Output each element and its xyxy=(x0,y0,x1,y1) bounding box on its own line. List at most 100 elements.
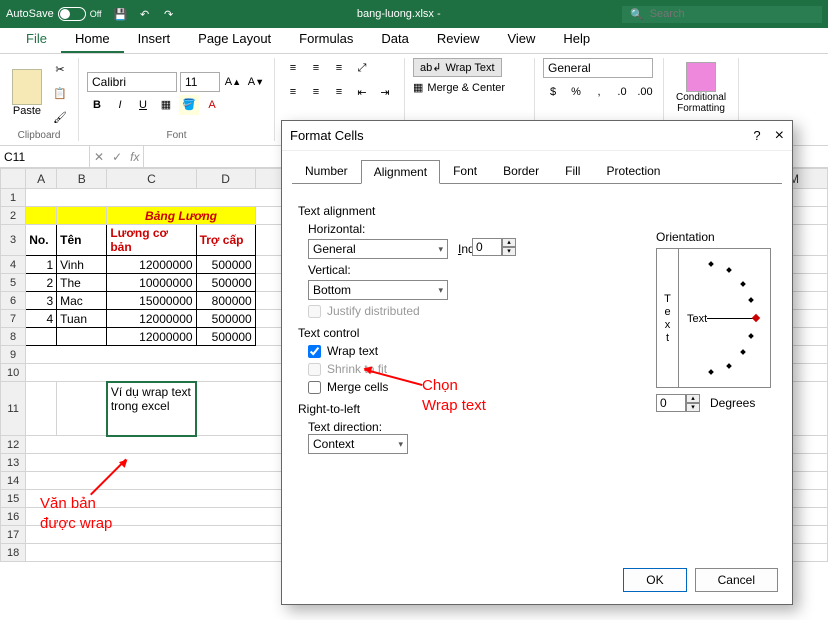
dlg-tab-font[interactable]: Font xyxy=(440,159,490,183)
row-header[interactable]: 13 xyxy=(1,454,26,472)
fx-icon[interactable]: fx xyxy=(130,150,139,164)
cancel-button[interactable]: Cancel xyxy=(695,568,778,592)
select-all-corner[interactable] xyxy=(1,169,26,189)
row-header[interactable]: 11 xyxy=(1,382,26,436)
name-box[interactable]: C11 xyxy=(0,146,90,167)
undo-icon[interactable]: ↶ xyxy=(138,7,152,21)
sheet-title[interactable]: Bảng Lương xyxy=(107,207,255,225)
degrees-spinner[interactable]: ▴▾ xyxy=(656,394,700,412)
ok-button[interactable]: OK xyxy=(623,568,686,592)
paste-button[interactable]: Paste xyxy=(8,65,46,121)
border-button[interactable]: ▦ xyxy=(156,95,176,115)
row-header[interactable]: 3 xyxy=(1,225,26,256)
row-header[interactable]: 1 xyxy=(1,189,26,207)
col-header-C[interactable]: C xyxy=(107,169,196,189)
dlg-tab-fill[interactable]: Fill xyxy=(552,159,593,183)
increase-indent-icon[interactable]: ⇥ xyxy=(375,82,395,102)
accept-formula-icon[interactable]: ✓ xyxy=(112,150,122,164)
number-format-select[interactable]: General xyxy=(543,58,653,78)
autosave-toggle[interactable] xyxy=(58,7,86,21)
wrap-text-checkbox[interactable] xyxy=(308,345,321,358)
save-icon[interactable]: 💾 xyxy=(114,7,128,21)
row-header[interactable]: 16 xyxy=(1,508,26,526)
cut-icon[interactable]: ✂ xyxy=(50,59,70,79)
tab-review[interactable]: Review xyxy=(423,26,494,53)
copy-icon[interactable]: 📋 xyxy=(50,83,70,103)
text-direction-label: Text direction: xyxy=(308,420,776,434)
orientation-vertical-text[interactable]: Text xyxy=(657,249,679,387)
cancel-formula-icon[interactable]: ✕ xyxy=(94,150,104,164)
conditional-formatting-button[interactable]: Conditional Formatting xyxy=(672,58,730,118)
selected-cell[interactable]: Ví dụ wrap text trong excel xyxy=(107,382,196,436)
font-color-button[interactable]: A xyxy=(202,95,222,115)
currency-icon[interactable]: $ xyxy=(543,82,563,102)
orientation-box[interactable]: Text Text xyxy=(656,248,771,388)
row-header[interactable]: 12 xyxy=(1,436,26,454)
dialog-help-icon[interactable]: ? xyxy=(753,128,760,143)
align-center-icon[interactable]: ≡ xyxy=(306,82,326,102)
comma-icon[interactable]: , xyxy=(589,82,609,102)
col-header-D[interactable]: D xyxy=(196,169,255,189)
row-header[interactable]: 7 xyxy=(1,310,26,328)
autosave[interactable]: AutoSave Off xyxy=(6,7,102,21)
wrap-text-button[interactable]: ab↲ Wrap Text xyxy=(413,58,502,77)
dialog-close-icon[interactable]: × xyxy=(775,127,784,145)
orientation-icon[interactable]: ⤢ xyxy=(352,58,372,78)
align-right-icon[interactable]: ≡ xyxy=(329,82,349,102)
fill-color-button[interactable]: 🪣 xyxy=(179,95,199,115)
row-header[interactable]: 4 xyxy=(1,256,26,274)
dlg-tab-border[interactable]: Border xyxy=(490,159,552,183)
search-box[interactable]: 🔍 xyxy=(622,6,822,23)
col-header-A[interactable]: A xyxy=(26,169,57,189)
underline-button[interactable]: U xyxy=(133,95,153,115)
row-header[interactable]: 8 xyxy=(1,328,26,346)
tab-formulas[interactable]: Formulas xyxy=(285,26,367,53)
tab-data[interactable]: Data xyxy=(367,26,422,53)
decrease-decimal-icon[interactable]: .00 xyxy=(635,82,655,102)
tab-home[interactable]: Home xyxy=(61,26,124,53)
text-direction-select[interactable]: Context▾ xyxy=(308,434,408,454)
search-input[interactable] xyxy=(650,8,814,20)
col-header-B[interactable]: B xyxy=(57,169,107,189)
indent-input[interactable] xyxy=(472,238,502,256)
dlg-tab-number[interactable]: Number xyxy=(292,159,361,183)
merge-center-button[interactable]: ▦ Merge & Center xyxy=(413,81,517,94)
row-header[interactable]: 9 xyxy=(1,346,26,364)
increase-font-icon[interactable]: A▲ xyxy=(223,72,243,92)
row-header[interactable]: 2 xyxy=(1,207,26,225)
tab-insert[interactable]: Insert xyxy=(124,26,185,53)
merge-checkbox[interactable] xyxy=(308,381,321,394)
orientation-dial[interactable]: Text xyxy=(679,249,770,387)
tab-view[interactable]: View xyxy=(493,26,549,53)
dlg-tab-protection[interactable]: Protection xyxy=(593,159,673,183)
row-header[interactable]: 17 xyxy=(1,526,26,544)
redo-icon[interactable]: ↷ xyxy=(162,7,176,21)
decrease-font-icon[interactable]: A▼ xyxy=(246,72,266,92)
align-left-icon[interactable]: ≡ xyxy=(283,82,303,102)
font-family-select[interactable]: Calibri xyxy=(87,72,177,92)
percent-icon[interactable]: % xyxy=(566,82,586,102)
row-header[interactable]: 18 xyxy=(1,544,26,562)
tab-page-layout[interactable]: Page Layout xyxy=(184,26,285,53)
align-bottom-icon[interactable]: ≡ xyxy=(329,58,349,78)
increase-decimal-icon[interactable]: .0 xyxy=(612,82,632,102)
format-painter-icon[interactable]: 🖌 xyxy=(50,107,70,127)
italic-button[interactable]: I xyxy=(110,95,130,115)
row-header[interactable]: 14 xyxy=(1,472,26,490)
row-header[interactable]: 15 xyxy=(1,490,26,508)
decrease-indent-icon[interactable]: ⇤ xyxy=(352,82,372,102)
tab-help[interactable]: Help xyxy=(549,26,604,53)
align-middle-icon[interactable]: ≡ xyxy=(306,58,326,78)
horizontal-select[interactable]: General▾ xyxy=(308,239,448,259)
vertical-select[interactable]: Bottom▾ xyxy=(308,280,448,300)
font-size-select[interactable]: 11 xyxy=(180,72,220,92)
indent-spinner[interactable]: ▴▾ xyxy=(472,238,516,256)
degrees-input[interactable] xyxy=(656,394,686,412)
tab-file[interactable]: File xyxy=(12,26,61,53)
row-header[interactable]: 6 xyxy=(1,292,26,310)
row-header[interactable]: 5 xyxy=(1,274,26,292)
align-top-icon[interactable]: ≡ xyxy=(283,58,303,78)
dlg-tab-alignment[interactable]: Alignment xyxy=(361,160,440,184)
bold-button[interactable]: B xyxy=(87,95,107,115)
row-header[interactable]: 10 xyxy=(1,364,26,382)
